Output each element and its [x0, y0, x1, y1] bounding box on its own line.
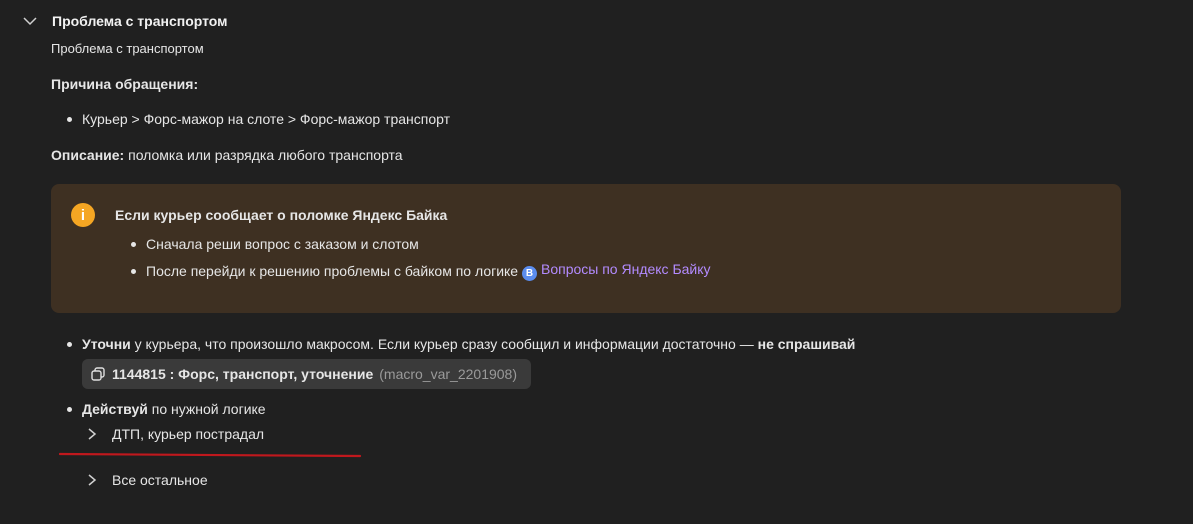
info-icon: i [71, 203, 95, 227]
subitem-dtp[interactable]: ДТП, курьер пострадал [86, 426, 264, 442]
callout-title: Если курьер сообщает о поломке Яндекс Ба… [115, 207, 448, 223]
chevron-down-icon [23, 17, 37, 26]
step-act-bold: Действуй [82, 401, 148, 417]
section-title: Проблема с транспортом [52, 13, 228, 29]
description-label: Описание: [51, 147, 125, 163]
bike-questions-link[interactable]: B Вопросы по Яндекс Байку [521, 261, 711, 281]
step-clarify-bold-end: не спрашивай [757, 336, 856, 352]
subitem-dtp-label: ДТП, курьер пострадал [112, 426, 265, 442]
callout-item-1-text: Сначала реши вопрос с заказом и слотом [146, 236, 419, 252]
step-clarify: Уточни у курьера, что произошло макросом… [67, 336, 855, 352]
callout-item: После перейди к решению проблемы с байко… [131, 261, 711, 281]
reason-item: Курьер > Форс-мажор на слоте > Форс-мажо… [67, 111, 450, 127]
reason-label: Причина обращения: [51, 76, 199, 92]
bike-questions-link-text: Вопросы по Яндекс Байку [540, 261, 711, 277]
reason-item-text: Курьер > Форс-мажор на слоте > Форс-мажо… [82, 111, 451, 127]
red-underline [59, 452, 362, 458]
section-subtitle: Проблема с транспортом [51, 41, 204, 56]
section-header[interactable]: Проблема с транспортом [22, 10, 228, 32]
bike-badge-icon: B [521, 266, 537, 281]
step-act-text: по нужной логике [147, 401, 266, 417]
step-act: Действуй по нужной логике [67, 401, 266, 417]
callout-item-2-text: После перейди к решению проблемы с байко… [146, 263, 522, 279]
macro-chip[interactable]: 1144815 : Форс, транспорт, уточнение (ma… [82, 359, 531, 389]
step-clarify-text: у курьера, что произошло макросом. Если … [130, 336, 758, 352]
copy-icon [91, 367, 105, 381]
chevron-right-icon [88, 474, 97, 486]
description: Описание: поломка или разрядка любого тр… [51, 147, 403, 163]
callout-item: Сначала реши вопрос с заказом и слотом [131, 236, 419, 252]
subitem-other[interactable]: Все остальное [86, 472, 208, 488]
step-clarify-bold: Уточни [82, 336, 131, 352]
macro-label: 1144815 : Форс, транспорт, уточнение [112, 366, 374, 382]
chevron-right-icon [88, 428, 97, 440]
subitem-other-label: Все остальное [112, 472, 208, 488]
macro-var: (macro_var_2201908) [379, 366, 517, 382]
description-text: поломка или разрядка любого транспорта [124, 147, 403, 163]
